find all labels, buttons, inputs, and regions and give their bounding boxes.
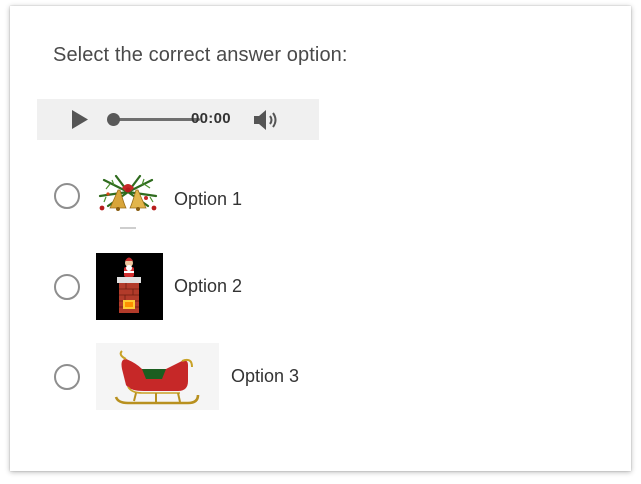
option-2-radio[interactable] (54, 274, 80, 300)
answer-option-3[interactable]: Option 3 (54, 343, 374, 410)
option-2-label: Option 2 (174, 276, 243, 296)
santa-chimney-image (96, 253, 163, 320)
answer-option-2[interactable]: Option 2 (54, 253, 314, 320)
santa-sleigh-image (96, 343, 219, 410)
option-1-radio[interactable] (54, 183, 80, 209)
option-1-label: Option 1 (174, 189, 243, 209)
audio-progress-track[interactable] (114, 118, 200, 121)
option-3-label: Option 3 (231, 366, 300, 386)
play-icon[interactable] (71, 110, 89, 129)
christmas-bells-image (96, 170, 160, 230)
audio-player: 00:00 (37, 99, 319, 140)
answer-option-1[interactable]: Option 1 (54, 170, 314, 230)
question-prompt: Select the correct answer option: (53, 44, 348, 66)
audio-progress-thumb[interactable] (107, 113, 120, 126)
question-card: Select the correct answer option: 00:00 (10, 6, 631, 471)
option-3-radio[interactable] (54, 364, 80, 390)
audio-time: 00:00 (191, 110, 231, 127)
volume-icon[interactable] (253, 109, 281, 131)
